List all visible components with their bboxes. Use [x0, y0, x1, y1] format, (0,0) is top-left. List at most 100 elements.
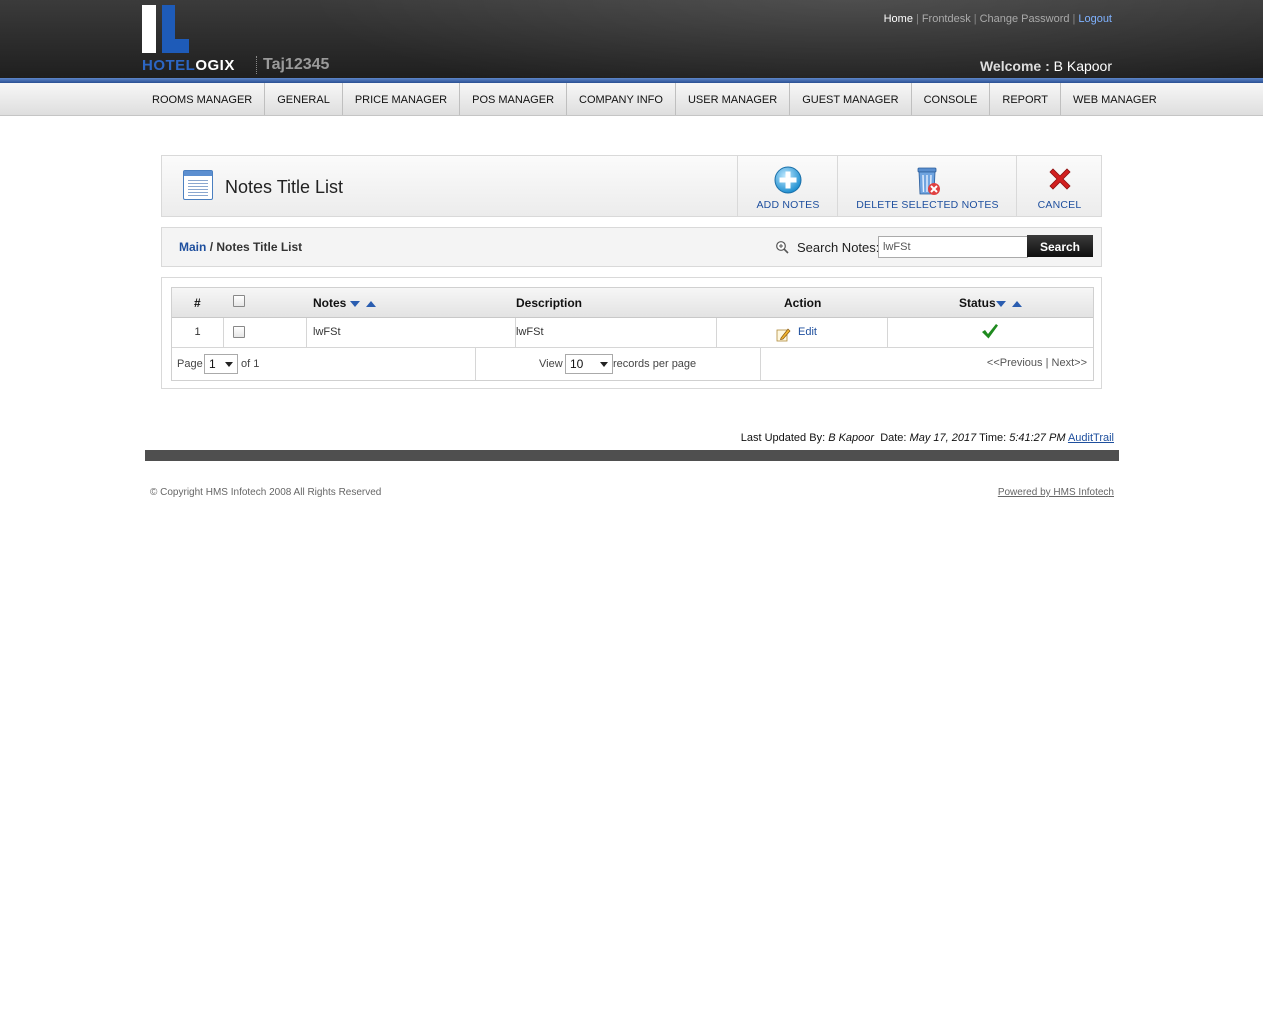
- notes-table-panel: # Notes Description Action Status 1 lwFS…: [161, 277, 1102, 389]
- search-area: Search Notes: Search: [775, 235, 1095, 259]
- last-updated-by: B Kapoor: [828, 432, 875, 444]
- breadcrumb-separator: /: [209, 240, 214, 254]
- col-notes-header: Notes: [313, 296, 377, 310]
- row-select-checkbox[interactable]: [233, 326, 245, 338]
- per-page-cell: View 10 records per page: [476, 348, 761, 380]
- col-notes-label: Notes: [313, 296, 347, 310]
- col-action-header: Action: [784, 296, 822, 310]
- footer-divider: [145, 450, 1119, 461]
- cancel-button[interactable]: CANCEL: [1016, 156, 1102, 216]
- cancel-label: CANCEL: [1037, 199, 1082, 211]
- powered-by-link[interactable]: Powered by HMS Infotech: [998, 487, 1114, 498]
- page-of-label: of 1: [241, 358, 260, 370]
- page-label: Page: [177, 358, 203, 370]
- frontdesk-link[interactable]: Frontdesk: [922, 13, 971, 25]
- audit-trail-link[interactable]: AuditTrail: [1068, 432, 1114, 444]
- chevron-down-icon: [600, 362, 608, 367]
- nav-general[interactable]: GENERAL: [265, 83, 343, 115]
- pager-cell: <<Previous | Next>>: [761, 348, 1093, 380]
- change-password-link[interactable]: Change Password: [980, 13, 1070, 25]
- page-selector-cell: Page 1 of 1: [172, 348, 476, 380]
- top-header: HOTELOGIX Taj12345 Home | Frontdesk | Change…: [0, 0, 1263, 78]
- search-input[interactable]: [878, 236, 1028, 258]
- add-notes-button[interactable]: ADD NOTES: [737, 156, 838, 216]
- hotelogix-logo[interactable]: HOTELOGIX: [142, 5, 242, 75]
- edit-link[interactable]: Edit: [798, 318, 817, 346]
- page-select-value: 1: [209, 357, 216, 371]
- zoom-search-icon: [776, 241, 789, 254]
- delete-selected-notes-button[interactable]: DELETE SELECTED NOTES: [837, 156, 1017, 216]
- user-name: B Kapoor: [1053, 58, 1112, 74]
- nav-report[interactable]: REPORT: [990, 83, 1062, 115]
- row-action-cell: Edit: [717, 318, 888, 347]
- table-footer: Page 1 of 1 View 10 records per page <<P…: [172, 348, 1093, 380]
- last-updated-info: Last Updated By: B Kapoor Date: May 17, …: [741, 432, 1114, 444]
- hotel-code: Taj12345: [256, 56, 329, 74]
- chevron-down-icon: [225, 362, 233, 367]
- nav-rooms-manager[interactable]: ROOMS MANAGER: [140, 83, 266, 115]
- time-label: Time:: [979, 432, 1007, 444]
- records-per-page-select[interactable]: 10: [565, 354, 613, 374]
- table-header: # Notes Description Action Status: [172, 288, 1093, 318]
- select-all-checkbox[interactable]: [233, 295, 245, 307]
- row-number: 1: [172, 318, 224, 347]
- title-panel: Notes Title List ADD NOTES DELETE SELECT…: [161, 155, 1102, 217]
- page-select[interactable]: 1: [204, 354, 238, 374]
- table-row: 1 lwFSt lwFSt Edit: [172, 318, 1093, 348]
- list-icon: [183, 170, 213, 200]
- logout-link[interactable]: Logout: [1078, 13, 1112, 25]
- row-notes: lwFSt: [307, 318, 516, 347]
- view-label: View: [539, 358, 563, 370]
- page-title: Notes Title List: [225, 177, 344, 197]
- sort-asc-icon[interactable]: [366, 300, 377, 307]
- pager: <<Previous | Next>>: [987, 357, 1087, 369]
- active-check-icon[interactable]: [981, 323, 999, 340]
- sort-desc-icon[interactable]: [350, 300, 361, 307]
- breadcrumb-main-link[interactable]: Main: [179, 240, 206, 254]
- welcome-text: Welcome : B Kapoor: [980, 58, 1112, 74]
- home-link[interactable]: Home: [884, 13, 913, 25]
- nav-company-info[interactable]: COMPANY INFO: [567, 83, 676, 115]
- nav-guest-manager[interactable]: GUEST MANAGER: [790, 83, 912, 115]
- last-updated-label: Last Updated By:: [740, 432, 826, 444]
- search-button[interactable]: Search: [1027, 235, 1093, 257]
- breadcrumb: Main / Notes Title List: [179, 240, 302, 254]
- row-status-cell: [888, 318, 1093, 347]
- records-per-page-label: records per page: [613, 358, 697, 370]
- previous-link[interactable]: <<Previous: [987, 357, 1043, 369]
- breadcrumb-current: Notes Title List: [216, 240, 303, 254]
- pager-separator: |: [1045, 357, 1049, 369]
- top-links: Home | Frontdesk | Change Password | Logout: [883, 13, 1112, 25]
- col-number-header: #: [194, 296, 201, 310]
- welcome-label: Welcome :: [979, 58, 1050, 74]
- date-label: Date:: [880, 432, 907, 444]
- nav-price-manager[interactable]: PRICE MANAGER: [343, 83, 461, 115]
- main-nav: ROOMS MANAGER GENERAL PRICE MANAGER POS …: [0, 83, 1263, 116]
- delete-selected-notes-label: DELETE SELECTED NOTES: [856, 199, 999, 211]
- nav-console[interactable]: CONSOLE: [912, 83, 991, 115]
- row-description: lwFSt: [516, 318, 717, 347]
- last-updated-date: May 17, 2017: [909, 432, 977, 444]
- last-updated-time: 5:41:27 PM: [1009, 432, 1066, 444]
- search-label: Search Notes:: [797, 240, 880, 255]
- nav-user-manager[interactable]: USER MANAGER: [676, 83, 791, 115]
- copyright-text: © Copyright HMS Infotech 2008 All Rights…: [150, 487, 382, 498]
- nav-pos-manager[interactable]: POS MANAGER: [460, 83, 568, 115]
- notes-table: # Notes Description Action Status 1 lwFS…: [171, 287, 1094, 381]
- records-per-page-value: 10: [570, 357, 584, 371]
- col-status-header: Status: [959, 296, 1022, 310]
- nav-web-manager[interactable]: WEB MANAGER: [1061, 83, 1169, 115]
- add-icon: [774, 166, 802, 194]
- breadcrumb-bar: Main / Notes Title List Search Notes: Se…: [161, 227, 1102, 267]
- col-description-header: Description: [516, 296, 583, 310]
- logo-text-part2: OGIX: [195, 57, 235, 74]
- header-swoosh: [300, 0, 1263, 78]
- sort-desc-icon[interactable]: [995, 300, 1006, 307]
- add-notes-label: ADD NOTES: [756, 199, 820, 211]
- trash-icon: [917, 167, 940, 195]
- logo-text-part1: HOTEL: [142, 57, 196, 74]
- col-status-label: Status: [959, 296, 996, 310]
- sort-asc-icon[interactable]: [1011, 300, 1022, 307]
- next-link[interactable]: Next>>: [1052, 357, 1087, 369]
- close-icon: [1048, 168, 1071, 190]
